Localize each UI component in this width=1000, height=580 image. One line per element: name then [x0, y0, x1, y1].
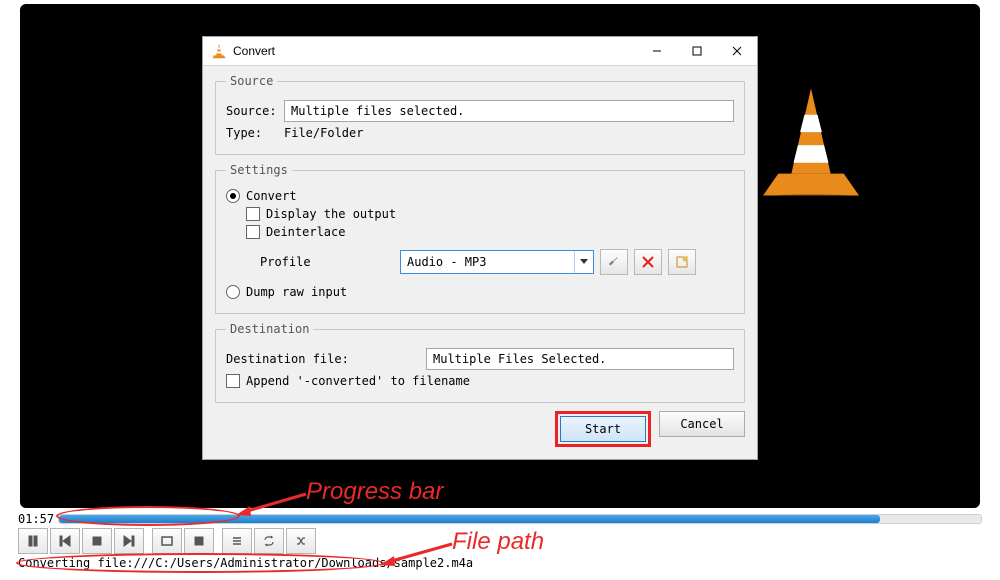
checkbox-icon: [246, 207, 260, 221]
settings-group: Settings Convert Display the output Dein…: [215, 163, 745, 314]
delete-profile-button[interactable]: [634, 249, 662, 275]
titlebar[interactable]: Convert: [203, 37, 757, 66]
loop-button[interactable]: [254, 528, 284, 554]
arrow-icon: [236, 490, 308, 518]
video-stage: Convert Source Source: Multiple files se…: [20, 4, 980, 508]
edit-profile-button[interactable]: [600, 249, 628, 275]
filepath-annotation: File path: [452, 528, 544, 556]
source-input[interactable]: Multiple files selected.: [284, 100, 734, 122]
close-button[interactable]: [717, 37, 757, 65]
cancel-button[interactable]: Cancel: [659, 411, 745, 437]
start-highlight: Start: [555, 411, 651, 447]
settings-legend: Settings: [226, 163, 292, 177]
minimize-button[interactable]: [637, 37, 677, 65]
profile-select[interactable]: Audio - MP3: [400, 250, 594, 274]
filepath-ellipse-annotation: [16, 553, 384, 573]
append-converted-checkbox[interactable]: Append '-converted' to filename: [226, 374, 734, 388]
new-icon: [676, 256, 688, 268]
convert-dialog: Convert Source Source: Multiple files se…: [202, 36, 758, 460]
destination-file-label: Destination file:: [226, 352, 426, 366]
dump-raw-radio[interactable]: Dump raw input: [226, 285, 734, 299]
vlc-icon: [211, 43, 227, 59]
display-output-checkbox[interactable]: Display the output: [246, 207, 734, 221]
profile-label: Profile: [246, 255, 400, 269]
arrow-icon: [378, 540, 454, 568]
type-label: Type:: [226, 126, 284, 140]
radio-icon: [226, 285, 240, 299]
wrench-icon: [607, 255, 621, 269]
fullscreen-button[interactable]: [152, 528, 182, 554]
checkbox-icon: [246, 225, 260, 239]
shuffle-button[interactable]: [286, 528, 316, 554]
window-title: Convert: [233, 44, 637, 58]
convert-radio[interactable]: Convert: [226, 189, 734, 203]
progress-annotation: Progress bar: [306, 478, 443, 506]
source-legend: Source: [226, 74, 277, 88]
progress-ellipse-annotation: [56, 506, 240, 526]
chevron-down-icon: [574, 251, 593, 273]
prev-button[interactable]: [50, 528, 80, 554]
next-button[interactable]: [114, 528, 144, 554]
source-group: Source Source: Multiple files selected. …: [215, 74, 745, 155]
ext-settings-button[interactable]: [184, 528, 214, 554]
radio-icon: [226, 189, 240, 203]
destination-file-input[interactable]: Multiple Files Selected.: [426, 348, 734, 370]
new-profile-button[interactable]: [668, 249, 696, 275]
stop-button[interactable]: [82, 528, 112, 554]
type-value: File/Folder: [284, 126, 363, 140]
player-controls: [18, 528, 316, 554]
destination-group: Destination Destination file: Multiple F…: [215, 322, 745, 403]
x-icon: [642, 256, 654, 268]
source-label: Source:: [226, 104, 284, 118]
maximize-button[interactable]: [677, 37, 717, 65]
vlc-cone-logo: [756, 82, 866, 202]
playlist-button[interactable]: [222, 528, 252, 554]
pause-button[interactable]: [18, 528, 48, 554]
deinterlace-checkbox[interactable]: Deinterlace: [246, 225, 734, 239]
checkbox-icon: [226, 374, 240, 388]
start-button[interactable]: Start: [560, 416, 646, 442]
destination-legend: Destination: [226, 322, 313, 336]
elapsed-time: 01:57: [18, 512, 58, 526]
